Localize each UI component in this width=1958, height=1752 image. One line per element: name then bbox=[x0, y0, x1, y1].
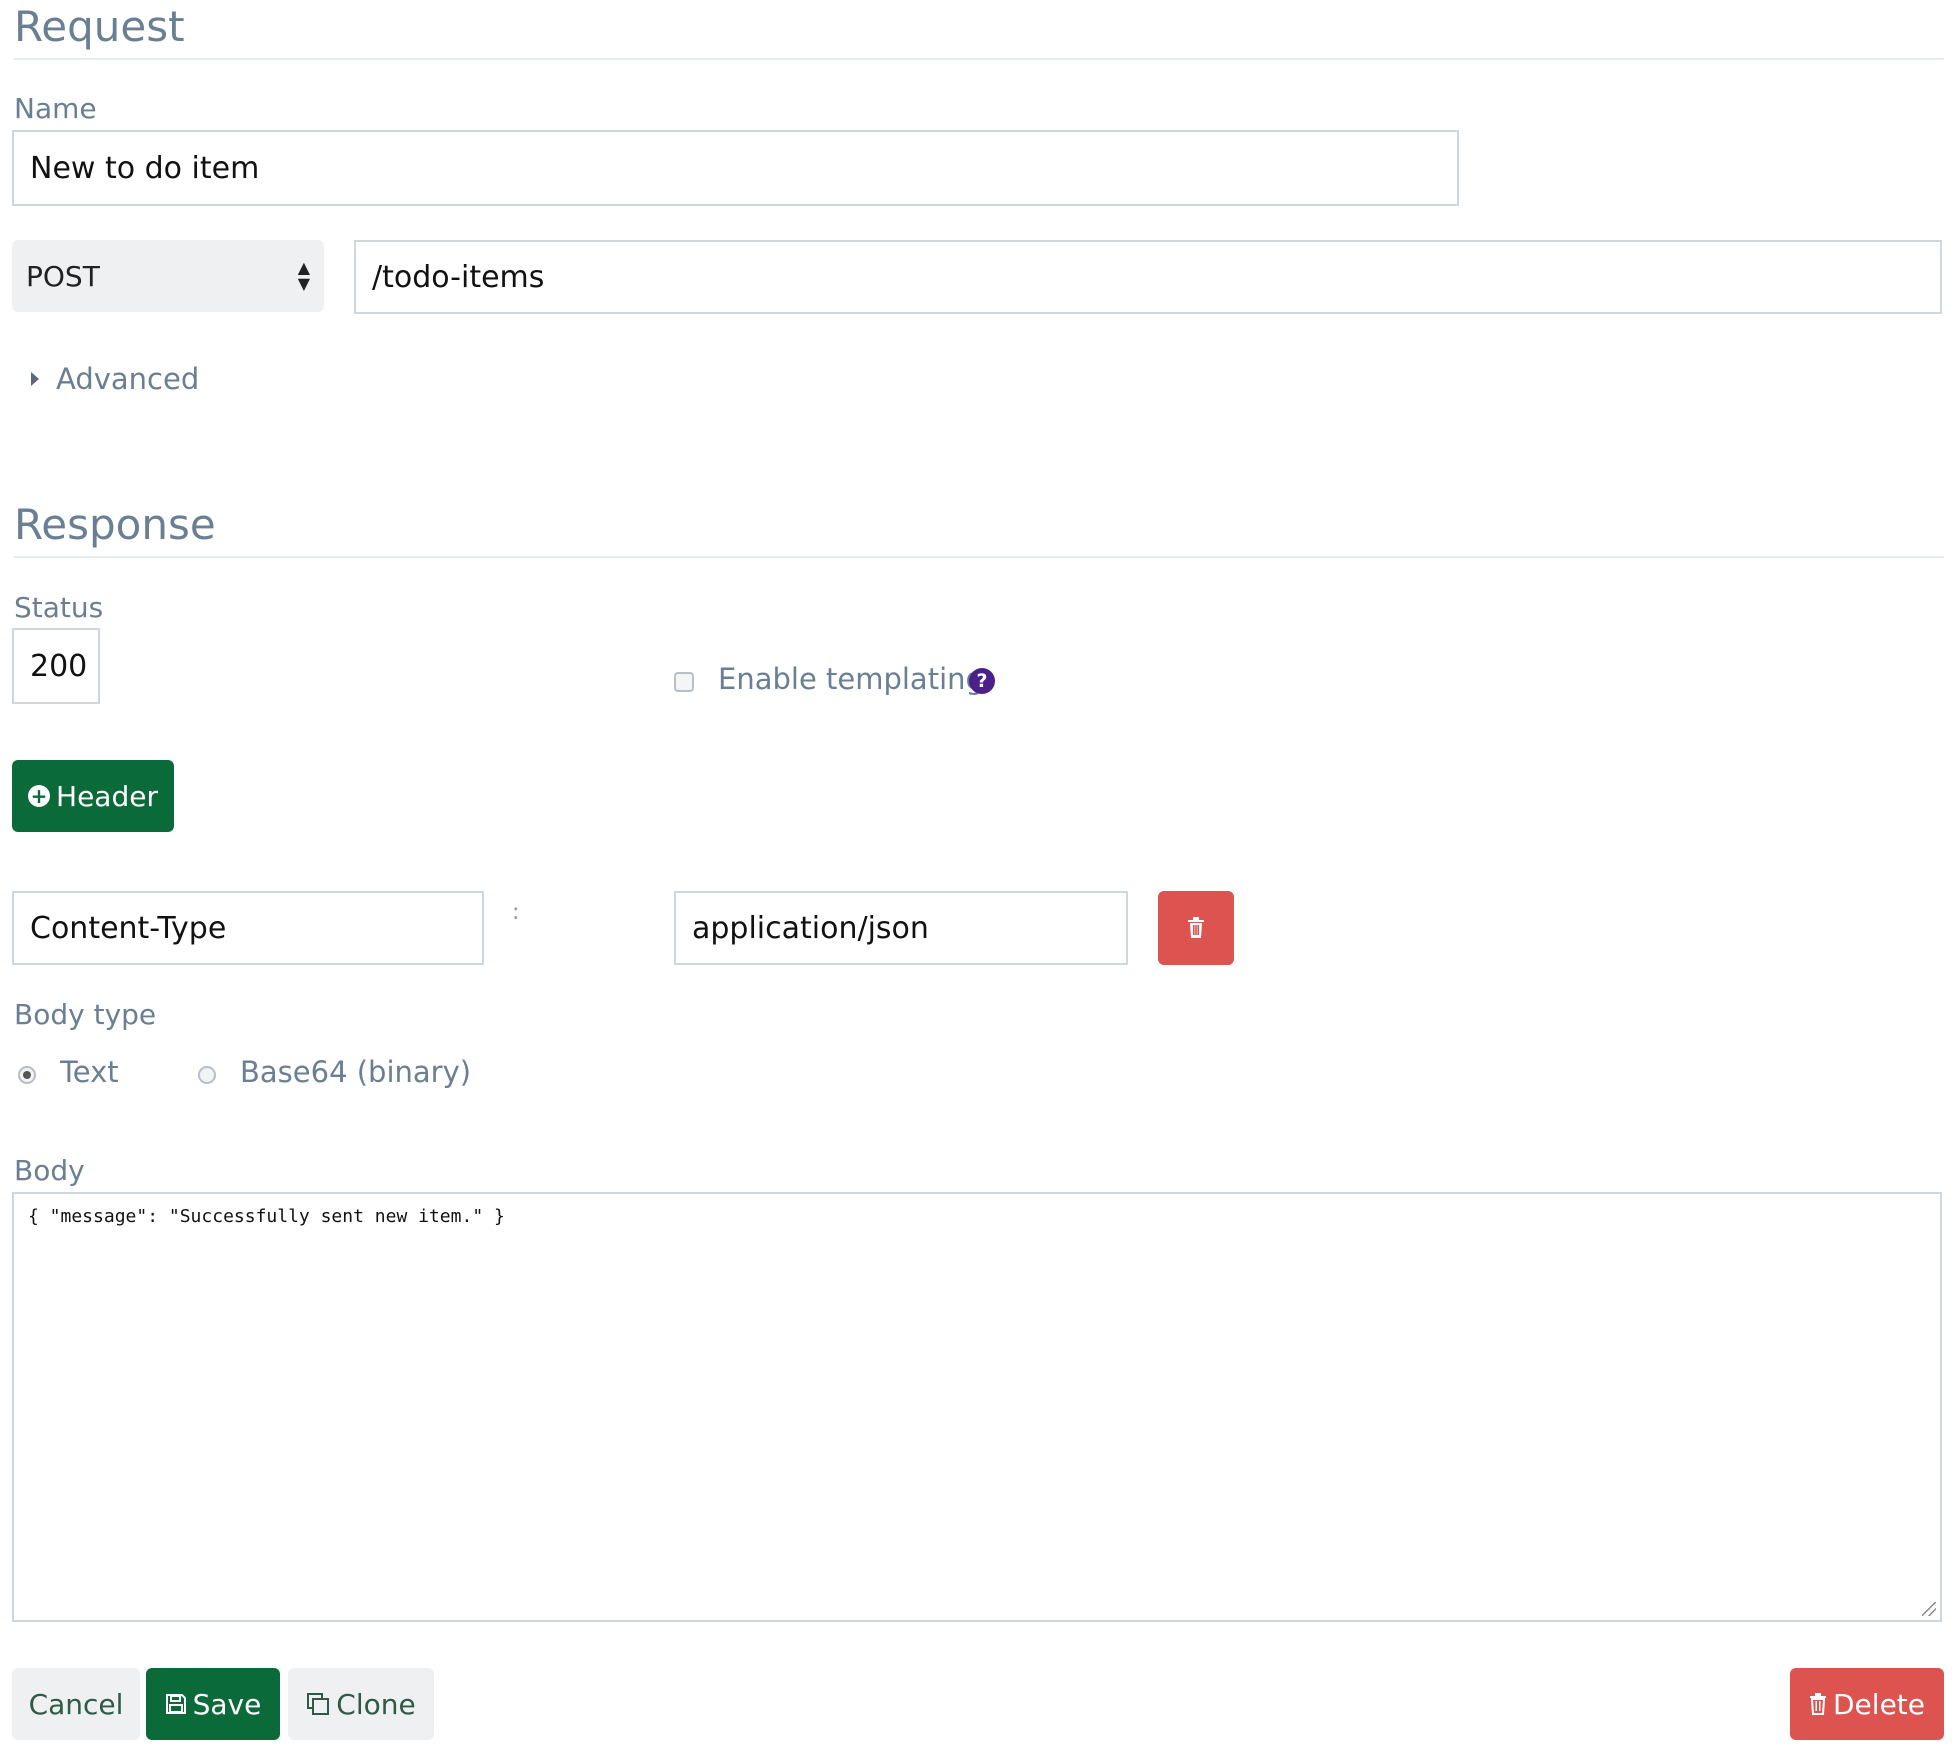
delete-button[interactable]: Delete bbox=[1790, 1668, 1944, 1740]
header-name-value: Content-Type bbox=[30, 910, 227, 946]
caret-right-icon bbox=[31, 372, 39, 386]
body-type-label: Body type bbox=[14, 998, 157, 1031]
body-textarea[interactable]: { "message": "Successfully sent new item… bbox=[12, 1192, 1942, 1622]
header-separator: : bbox=[512, 900, 520, 925]
delete-label: Delete bbox=[1833, 1687, 1925, 1721]
path-input-value: /todo-items bbox=[372, 259, 545, 295]
status-label: Status bbox=[14, 591, 104, 624]
body-type-text-label: Text bbox=[60, 1055, 119, 1089]
body-textarea-value: { "message": "Successfully sent new item… bbox=[28, 1206, 505, 1227]
question-circle-icon[interactable]: ? bbox=[969, 668, 995, 694]
body-label: Body bbox=[14, 1154, 85, 1187]
method-select[interactable]: POST ▲ ▼ bbox=[12, 240, 324, 312]
response-section-title: Response bbox=[14, 500, 216, 549]
status-input[interactable]: 200 bbox=[12, 628, 100, 704]
cancel-label: Cancel bbox=[28, 1687, 124, 1721]
resize-grip-icon[interactable] bbox=[1922, 1602, 1936, 1616]
request-section-title: Request bbox=[14, 2, 185, 51]
plus-circle-icon: + bbox=[28, 785, 51, 807]
status-input-value: 200 bbox=[30, 648, 88, 684]
enable-templating-checkbox[interactable] bbox=[674, 672, 694, 692]
save-button[interactable]: Save bbox=[146, 1668, 280, 1740]
request-divider bbox=[14, 58, 1944, 60]
save-label: Save bbox=[192, 1687, 262, 1721]
response-divider bbox=[14, 556, 1944, 558]
advanced-toggle[interactable]: Advanced bbox=[30, 362, 199, 396]
header-name-input[interactable]: Content-Type bbox=[12, 891, 484, 965]
trash-icon bbox=[1188, 917, 1204, 938]
radio-selected-dot bbox=[23, 1071, 31, 1079]
clone-label: Clone bbox=[336, 1687, 416, 1721]
header-value-value: application/json bbox=[692, 910, 929, 946]
cancel-button[interactable]: Cancel bbox=[12, 1668, 140, 1740]
body-type-base64-label: Base64 (binary) bbox=[240, 1055, 472, 1089]
select-arrows-icon: ▲ ▼ bbox=[297, 258, 310, 293]
clone-button[interactable]: Clone bbox=[288, 1668, 434, 1740]
copy-icon bbox=[307, 1693, 330, 1715]
add-header-button[interactable]: + Header bbox=[12, 760, 174, 832]
body-type-text-radio[interactable] bbox=[18, 1066, 36, 1084]
trash-icon bbox=[1810, 1693, 1826, 1715]
delete-header-button[interactable] bbox=[1158, 891, 1234, 965]
floppy-disk-icon bbox=[165, 1694, 186, 1714]
header-value-input[interactable]: application/json bbox=[674, 891, 1128, 965]
method-select-value: POST bbox=[26, 259, 100, 293]
add-header-label: Header bbox=[56, 779, 158, 813]
advanced-label: Advanced bbox=[56, 362, 200, 396]
enable-templating-label: Enable templating bbox=[718, 662, 984, 696]
name-input-value: New to do item bbox=[30, 150, 260, 186]
name-input[interactable]: New to do item bbox=[12, 130, 1459, 206]
name-label: Name bbox=[14, 92, 97, 125]
body-type-base64-radio[interactable] bbox=[198, 1066, 216, 1084]
path-input[interactable]: /todo-items bbox=[354, 240, 1942, 314]
